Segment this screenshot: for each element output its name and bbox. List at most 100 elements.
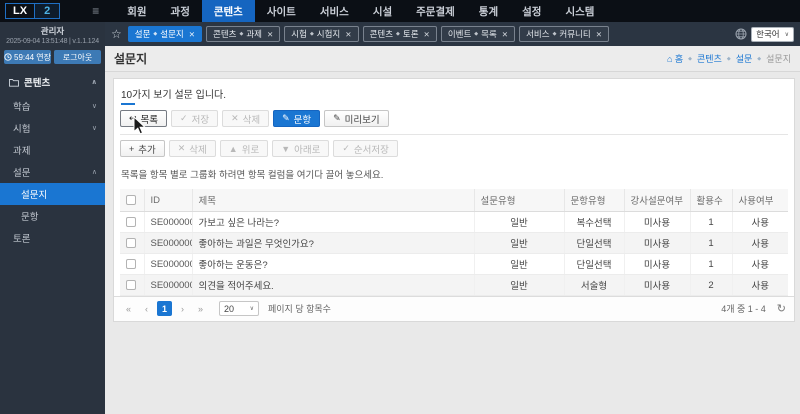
cell-3-1: 의견을 적어주세요.	[191, 274, 474, 296]
page-tab-2[interactable]: 시험 ◆ 시험지 ✕	[284, 26, 359, 42]
nav-item-4[interactable]: 서비스	[308, 0, 361, 22]
survey-action-button-0[interactable]: ↩ 목록	[120, 110, 168, 127]
survey-action-button-1[interactable]: ✓ 저장	[171, 110, 219, 127]
tab-page-label: 목록	[481, 29, 497, 39]
refresh-icon[interactable]: ↻	[777, 302, 786, 315]
row-checkbox[interactable]	[126, 258, 136, 269]
sidebar-subitem-3-0[interactable]: 설문지	[0, 183, 105, 205]
sidebar-section-contents[interactable]: 콘텐츠 ∧	[0, 68, 105, 95]
favorite-star-icon[interactable]: ☆	[111, 27, 122, 41]
sidebar-item-label: 시험	[13, 124, 31, 135]
nav-item-2[interactable]: 콘텐츠	[201, 0, 255, 22]
row-action-button-0[interactable]: + 추가	[120, 140, 165, 157]
language-select[interactable]: 한국어 ∨	[751, 26, 794, 42]
nav-item-9[interactable]: 시스템	[553, 0, 606, 22]
pager-last-button[interactable]: »	[193, 301, 208, 316]
button-label: 아래로	[294, 144, 321, 156]
sidebar-item-0[interactable]: 학습 ∨	[0, 95, 105, 117]
select-all-checkbox[interactable]	[126, 194, 136, 205]
column-header-2[interactable]: 설문유형	[473, 189, 564, 212]
page-tab-4[interactable]: 이벤트 ◆ 목록 ✕	[440, 26, 516, 42]
column-header-5[interactable]: 활용수	[689, 189, 732, 212]
clock-icon	[4, 53, 12, 61]
row-action-button-4[interactable]: ✓ 순서저장	[333, 140, 398, 157]
survey-action-button-2[interactable]: ✕ 삭제	[222, 110, 270, 127]
column-header-6[interactable]: 사용여부	[731, 189, 788, 212]
row-action-button-3[interactable]: ▼ 아래로	[272, 140, 330, 157]
survey-action-button-3[interactable]: ✎ 문항	[273, 110, 321, 127]
nav-item-5[interactable]: 시설	[361, 0, 404, 22]
column-header-4[interactable]: 강사설문여부	[623, 189, 690, 212]
cell-2-1: 좋아하는 운동은?	[191, 253, 474, 275]
sidebar-item-4[interactable]: 토론	[0, 227, 105, 249]
tab-strip: 설문 ◆ 설문지 ✕ 콘텐츠 ◆ 과제 ✕ 시험 ◆ 시험지 ✕ 콘텐츠 ◆ 토론 ✕ 이벤트 ◆ 목록 ✕ 서비스 ◆ 커…	[127, 26, 609, 42]
row-action-button-2[interactable]: ▲ 위로	[219, 140, 269, 157]
cell-3-6: 사용	[731, 274, 788, 296]
table-row-3[interactable]: SE000000353의견을 적어주세요.일반서술형미사용2사용	[120, 274, 788, 296]
row-action-button-1[interactable]: ✕ 삭제	[168, 140, 216, 157]
breadcrumb-item-1[interactable]: 콘텐츠	[697, 52, 722, 65]
nav-item-3[interactable]: 사이트	[255, 0, 308, 22]
logout-button[interactable]: 로그아웃	[54, 50, 101, 64]
pager-prev-button[interactable]: ‹	[139, 301, 154, 316]
table-row-2[interactable]: SE000000350좋아하는 운동은?일반단일선택미사용1사용	[120, 253, 788, 275]
column-header-3[interactable]: 문항유형	[563, 189, 624, 212]
app-logo[interactable]: LX 2	[5, 3, 61, 19]
sidebar-item-2[interactable]: 과제	[0, 139, 105, 161]
nav-item-8[interactable]: 설정	[510, 0, 553, 22]
row-checkbox[interactable]	[126, 216, 136, 227]
nav-item-1[interactable]: 과정	[159, 0, 202, 22]
row-checkbox[interactable]	[126, 237, 136, 248]
session-extend-button[interactable]: 59:44 연장	[4, 50, 51, 64]
column-header-0[interactable]: ID	[143, 189, 192, 212]
breadcrumb-item-2[interactable]: 설문	[736, 52, 753, 65]
page-tab-1[interactable]: 콘텐츠 ◆ 과제 ✕	[206, 26, 281, 42]
pager-next-button[interactable]: ›	[175, 301, 190, 316]
tab-page-label: 시험지	[316, 29, 341, 39]
cell-1-4: 미사용	[623, 232, 690, 254]
close-icon[interactable]: ✕	[596, 30, 602, 39]
survey-action-button-4[interactable]: ✎ 미리보기	[324, 110, 389, 127]
survey-table: ID제목설문유형문항유형강사설문여부활용수사용여부 SE000000352가보고…	[120, 189, 788, 296]
sidebar-subitem-3-1[interactable]: 문항	[0, 205, 105, 227]
pager-page-1[interactable]: 1	[157, 301, 172, 316]
nav-item-0[interactable]: 회원	[115, 0, 158, 22]
pager-first-button[interactable]: «	[121, 301, 136, 316]
table-row-1[interactable]: SE000000351좋아하는 과일은 무엇인가요?일반단일선택미사용1사용	[120, 232, 788, 254]
nav-item-6[interactable]: 주문결제	[404, 0, 467, 22]
close-icon[interactable]: ✕	[424, 30, 430, 39]
pager-range-label: 4개 중 1 - 4	[721, 304, 766, 314]
row-checkbox[interactable]	[126, 279, 136, 290]
close-icon[interactable]: ✕	[502, 30, 508, 39]
breadcrumb-item-0[interactable]: ⌂ 홈	[667, 52, 683, 65]
page-tab-0[interactable]: 설문 ◆ 설문지 ✕	[127, 26, 203, 42]
sidebar-item-3[interactable]: 설문 ∧	[0, 161, 105, 183]
button-label: 문항	[293, 114, 312, 126]
button-label: 삭제	[189, 144, 207, 156]
cell-0-5: 1	[689, 211, 732, 233]
column-header-1[interactable]: 제목	[191, 189, 474, 212]
close-icon[interactable]: ✕	[345, 30, 351, 39]
logout-label: 로그아웃	[62, 52, 93, 62]
x-icon: ✕	[177, 143, 186, 153]
button-label: 순서저장	[353, 144, 389, 156]
close-icon[interactable]: ✕	[189, 30, 195, 39]
survey-description: 10가지 보기 설문 입니다.	[121, 90, 227, 101]
diamond-separator-icon: ◆	[474, 31, 479, 37]
page-size-select[interactable]: 20 ∨	[219, 301, 259, 316]
table-row-0[interactable]: SE000000352가보고 싶은 나라는?일반복수선택미사용1사용	[120, 211, 788, 233]
admin-datetime-version: 2025-09-04 13:51:48 | v.1.1.124	[6, 38, 99, 45]
hamburger-icon[interactable]: ≡	[92, 4, 99, 18]
chevron-up-icon: ∧	[91, 79, 97, 86]
sidebar-item-1[interactable]: 시험 ∨	[0, 117, 105, 139]
page-tab-3[interactable]: 콘텐츠 ◆ 토론 ✕	[362, 26, 437, 42]
pagination-bar: « ‹ 1 › » 20 ∨ 페이지 당 항목수 4개 중 1 - 4 ↻	[114, 296, 794, 321]
group-drop-hint: 목록을 항목 별로 그룹화 하려면 항목 컬럼을 여기다 끌어 놓으세요.	[121, 170, 384, 181]
page-tab-5[interactable]: 서비스 ◆ 커뮤니티 ✕	[519, 26, 609, 42]
folder-icon	[9, 78, 19, 87]
chevron-down-icon: ∨	[249, 306, 254, 312]
chevron-down-icon: ∨	[91, 103, 97, 110]
nav-item-7[interactable]: 통계	[467, 0, 510, 22]
tab-group-label: 콘텐츠	[369, 29, 394, 39]
close-icon[interactable]: ✕	[267, 30, 273, 39]
